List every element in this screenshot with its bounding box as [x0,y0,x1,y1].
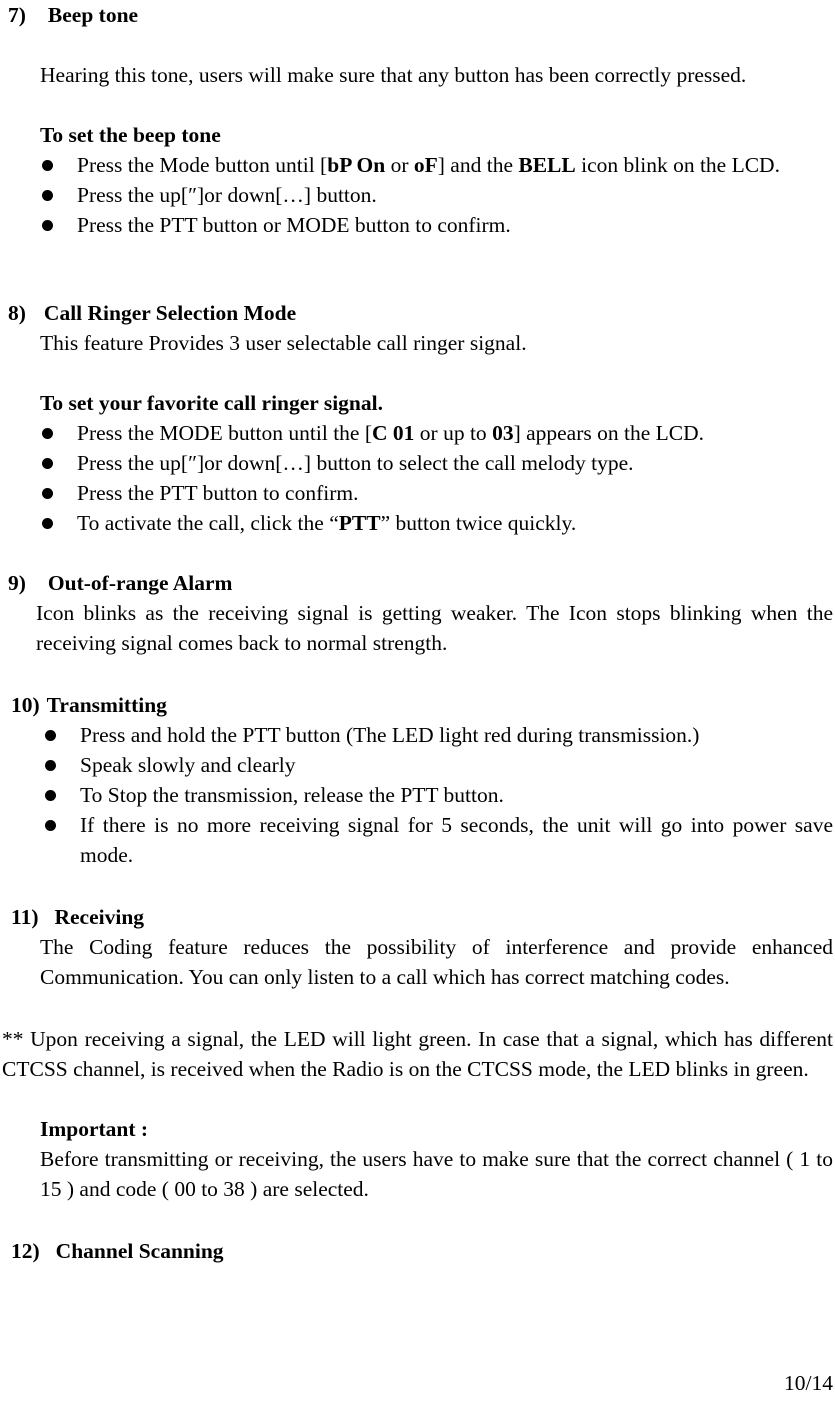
bullet-icon [42,428,53,439]
page-number: 10/14 [784,1371,833,1395]
list-item: Speak slowly and clearly [45,750,833,780]
list-item: Press the Mode button until [bP On or oF… [42,150,833,180]
list-item: Press the MODE button until the [C 01 or… [42,418,833,448]
list-item-text: Press the up[″]or down[…] button to sele… [77,451,634,475]
list-item-text-post: icon blink on the LCD. [575,153,780,177]
lcd-token-03: 03 [492,421,514,445]
bullet-icon [42,488,53,499]
section-12-heading: 12) Channel Scanning [0,1236,835,1266]
list-item-text-mid2: ] and the [437,153,519,177]
list-item: Press the up[″]or down[…] button. [42,180,833,210]
list-item: Press and hold the PTT button (The LED l… [45,720,833,750]
section-9-intro: Icon blinks as the receiving signal is g… [36,601,833,655]
bullet-icon [45,730,56,741]
section-7-heading: 7) Beep tone [0,0,835,30]
list-item-text-post: ] appears on the LCD. [513,421,705,445]
section-9-heading: 9) Out-of-range Alarm [0,568,835,598]
section-9: 9) Out-of-range Alarm Icon blinks as the… [0,568,835,658]
double-star-note: ** Upon receiving a signal, the LED will… [2,1027,833,1081]
section-10-number: 10) [11,693,40,717]
section-10-bullet-list: Press and hold the PTT button (The LED l… [45,720,833,870]
list-item-text: Press the up[″]or down[…] button. [77,183,377,207]
list-item-text-post: ” button twice quickly. [380,511,577,535]
list-item-text-pre: To activate the call, click the “ [77,511,339,535]
important-label: Important : [40,1117,149,1141]
section-8-intro: This feature Provides 3 user selectable … [40,331,527,355]
list-item-text-pre: Press the Mode button until [ [77,153,328,177]
important-block: Important : Before transmitting or recei… [0,1114,835,1204]
list-item-text: If there is no more receiving signal for… [80,813,833,867]
section-7-subhead: To set the beep tone [40,123,221,147]
section-11: 11) Receiving The Coding feature reduces… [0,902,835,992]
section-7-bullet-list: Press the Mode button until [bP On or oF… [42,150,833,240]
list-item-text-mid1: or up to [414,421,493,445]
bullet-icon [42,220,53,231]
section-8-heading: 8) Call Ringer Selection Mode [0,298,835,328]
bell-icon-token: BELL [518,153,576,177]
list-item: To activate the call, click the “PTT” bu… [42,508,833,538]
bullet-icon [42,160,53,171]
bullet-icon [42,458,53,469]
section-8-title: Call Ringer Selection Mode [43,301,297,325]
section-9-number: 9) [8,571,26,595]
bullet-icon [42,518,53,529]
list-item: Press the PTT button to confirm. [42,478,833,508]
bullet-icon [45,790,56,801]
list-item: To Stop the transmission, release the PT… [45,780,833,810]
list-item-text: Press and hold the PTT button (The LED l… [80,723,700,747]
list-item-text: Press the PTT button to confirm. [77,481,359,505]
section-12: 12) Channel Scanning [0,1236,835,1266]
bullet-icon [45,760,56,771]
ptt-token: PTT [338,511,381,535]
list-item-text: To Stop the transmission, release the PT… [80,783,504,807]
section-7-intro: Hearing this tone, users will make sure … [40,63,747,87]
section-7: 7) Beep tone Hearing this tone, users wi… [0,0,835,240]
list-item: Press the up[″]or down[…] button to sele… [42,448,833,478]
section-12-number: 12) [11,1239,40,1263]
lcd-token-of: oF [413,153,438,177]
section-11-intro: The Coding feature reduces the possibili… [40,935,833,989]
section-8-bullet-list: Press the MODE button until the [C 01 or… [42,418,833,538]
section-8-subhead: To set your favorite call ringer signal. [40,391,383,415]
section-10-title: Transmitting [46,693,167,717]
section-11-title: Receiving [54,905,145,929]
list-item: Press the PTT button or MODE button to c… [42,210,833,240]
bullet-icon [42,190,53,201]
section-10-heading: 10) Transmitting [0,690,835,720]
section-10: 10) Transmitting Press and hold the PTT … [0,690,835,870]
section-11-number: 11) [11,905,39,929]
section-7-title: Beep tone [47,3,139,27]
lcd-token-bp-on: bP On [327,153,386,177]
list-item-text-pre: Press the MODE button until the [ [77,421,373,445]
bullet-icon [45,820,56,831]
section-12-title: Channel Scanning [55,1239,224,1263]
list-item: If there is no more receiving signal for… [45,810,833,870]
list-item-text: Press the PTT button or MODE button to c… [77,213,511,237]
section-11-heading: 11) Receiving [0,902,835,932]
section-8: 8) Call Ringer Selection Mode This featu… [0,298,835,538]
list-item-text-mid1: or [385,153,414,177]
document-page: 7) Beep tone Hearing this tone, users wi… [0,0,835,1402]
section-7-number: 7) [8,3,26,27]
list-item-text: Speak slowly and clearly [80,753,296,777]
lcd-token-c01: C 01 [372,421,415,445]
section-9-title: Out-of-range Alarm [47,571,233,595]
section-8-number: 8) [8,301,26,325]
important-body: Before transmitting or receiving, the us… [40,1147,833,1201]
